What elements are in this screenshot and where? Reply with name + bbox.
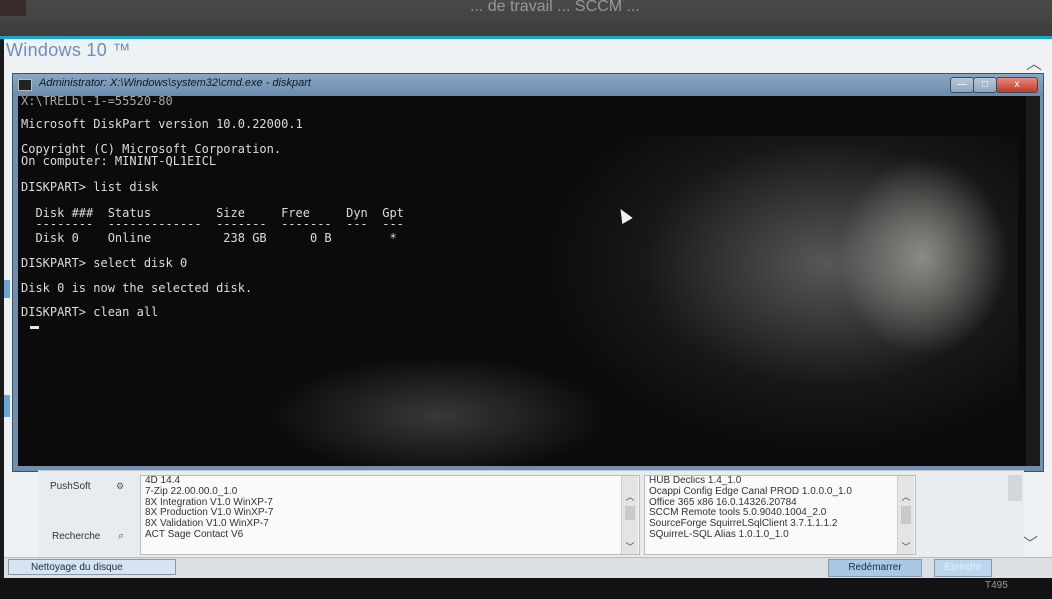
console-scrollbar[interactable] bbox=[1026, 96, 1040, 466]
pushsoft-label: PushSoft bbox=[50, 481, 91, 492]
console-line: DISKPART> select disk 0 bbox=[21, 256, 188, 270]
console-line: X:\TRELbl-1-=55520-80 bbox=[21, 96, 173, 108]
console-line: -------- ------------- ------- ------- -… bbox=[21, 217, 404, 231]
bottom-bezel bbox=[0, 578, 1052, 599]
software-list-left[interactable]: 4D 14.4 7-Zip 22.00.00.0_1.0 8X Integrat… bbox=[140, 475, 640, 555]
scroll-thumb[interactable] bbox=[625, 506, 635, 520]
cmd-titlebar[interactable]: Administrator: X:\Windows\system32\cmd.e… bbox=[13, 74, 1043, 96]
list-right-scrollbar[interactable]: ︿ ﹀ bbox=[897, 476, 914, 554]
minimize-button[interactable]: — bbox=[950, 77, 974, 93]
console-line: Microsoft DiskPart version 10.0.22000.1 bbox=[21, 117, 303, 131]
left-tab bbox=[4, 280, 10, 298]
maximize-button[interactable]: □ bbox=[973, 77, 997, 93]
software-list-right[interactable]: HUB Declics 1.4_1.0 Ocappi Config Edge C… bbox=[644, 475, 916, 555]
cmd-title: Administrator: X:\Windows\system32\cmd.e… bbox=[39, 77, 311, 89]
console-icon bbox=[18, 79, 32, 91]
search-icon[interactable]: ⌕ bbox=[118, 530, 124, 543]
left-bezel bbox=[0, 39, 4, 579]
panel-scrollbar[interactable] bbox=[1008, 475, 1022, 501]
console-line: DISKPART> list disk bbox=[21, 180, 159, 194]
list-item[interactable]: ACT Sage Contact V6 bbox=[141, 529, 639, 541]
text-cursor bbox=[30, 326, 39, 329]
chevron-down-icon[interactable]: ﹀ bbox=[622, 540, 638, 553]
bottom-panel: PushSoft ⚙ Recherche ⌕ 4D 14.4 7-Zip 22.… bbox=[38, 470, 1024, 559]
console-output[interactable]: X:\TRELbl-1-=55520-80 Microsoft DiskPart… bbox=[18, 96, 1026, 466]
gear-icon[interactable]: ⚙ bbox=[116, 481, 124, 492]
list-item[interactable]: 7-Zip 22.00.00.0_1.0 bbox=[141, 486, 639, 498]
disk-cleanup-button[interactable]: Nettoyage du disque bbox=[8, 559, 176, 575]
bezel-brand: T495 bbox=[985, 580, 1008, 591]
chevron-up-icon[interactable]: ︿ bbox=[898, 490, 914, 503]
list-item[interactable]: Ocappi Config Edge Canal PROD 1.0.0.0_1.… bbox=[645, 486, 915, 498]
console-line: Disk 0 Online 238 GB 0 B * bbox=[21, 231, 397, 245]
list-item[interactable]: SQuirreL-SQL Alias 1.0.1.0_1.0 bbox=[645, 529, 915, 541]
search-label: Recherche bbox=[52, 531, 101, 542]
left-tab bbox=[4, 395, 10, 417]
background-ghost-text: ... de travail ... SCCM ... bbox=[470, 0, 640, 15]
shutdown-button[interactable]: Eteindre bbox=[934, 559, 992, 577]
chevron-up-icon[interactable]: ︿ bbox=[1026, 50, 1042, 74]
chevron-down-icon[interactable]: ﹀ bbox=[898, 540, 914, 553]
console-line: DISKPART> clean all bbox=[21, 305, 159, 319]
console-line: Disk 0 is now the selected disk. bbox=[21, 281, 253, 295]
console-line: On computer: MININT-QL1EICL bbox=[21, 154, 217, 168]
chevron-down-icon[interactable]: ﹀ bbox=[1022, 530, 1038, 554]
scroll-thumb[interactable] bbox=[901, 506, 911, 524]
app-title: Windows 10 ™ bbox=[6, 40, 131, 60]
list-left-scrollbar[interactable]: ︿ ﹀ bbox=[621, 476, 638, 554]
background-corner bbox=[0, 0, 26, 16]
chevron-up-icon[interactable]: ︿ bbox=[622, 490, 638, 503]
close-button[interactable]: x bbox=[996, 77, 1038, 93]
cmd-window[interactable]: Administrator: X:\Windows\system32\cmd.e… bbox=[12, 73, 1044, 472]
restart-button[interactable]: Redémarrer bbox=[828, 559, 922, 577]
